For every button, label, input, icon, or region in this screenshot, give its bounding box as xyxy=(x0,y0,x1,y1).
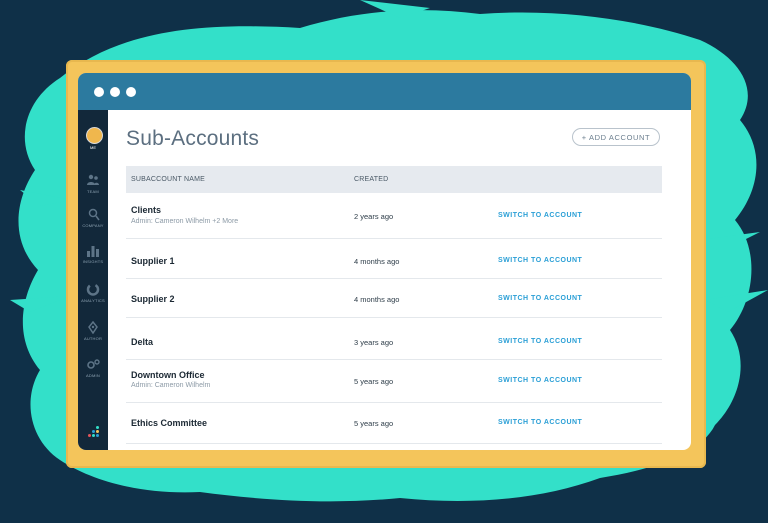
company-icon xyxy=(88,208,100,221)
switch-to-account-link[interactable]: SWITCH TO ACCOUNT xyxy=(498,295,582,302)
created-date: 5 years ago xyxy=(354,419,394,428)
admin-icon xyxy=(87,359,100,369)
window-dot[interactable] xyxy=(126,87,136,97)
sidebar-item-label: COMPANY xyxy=(82,223,104,228)
window-titlebar xyxy=(78,73,691,110)
app-window: ME TEAM COMPANY INSIGHTS ANALYTICS AUTHO… xyxy=(78,73,691,450)
sidebar: ME TEAM COMPANY INSIGHTS ANALYTICS AUTHO… xyxy=(78,110,108,450)
column-header-name[interactable]: SUBACCOUNT NAME xyxy=(131,176,205,183)
sidebar-item-admin[interactable]: ADMIN xyxy=(78,354,108,384)
table-row: Supplier 2 4 months ago SWITCH TO ACCOUN… xyxy=(126,279,662,318)
subaccount-name: Ethics Committee xyxy=(131,418,208,428)
sidebar-item-label: TEAM xyxy=(87,189,99,194)
table-row: Supplier 1 4 months ago SWITCH TO ACCOUN… xyxy=(126,239,662,279)
add-account-button[interactable]: + ADD ACCOUNT xyxy=(572,128,660,146)
created-date: 5 years ago xyxy=(354,377,394,386)
switch-to-account-link[interactable]: SWITCH TO ACCOUNT xyxy=(498,419,582,426)
sidebar-item-label: ANALYTICS xyxy=(81,298,105,303)
window-dot[interactable] xyxy=(94,87,104,97)
column-header-created[interactable]: CREATED xyxy=(354,176,388,183)
subaccount-admin: Admin: Cameron Wilhelm xyxy=(131,382,211,389)
page-title: Sub-Accounts xyxy=(126,127,260,150)
window-dot[interactable] xyxy=(110,87,120,97)
main-content: Sub-Accounts + ADD ACCOUNT SUBACCOUNT NA… xyxy=(108,110,691,450)
sidebar-item-author[interactable]: AUTHOR xyxy=(78,317,108,347)
table-row: Clients Admin: Cameron Wilhelm +2 More 2… xyxy=(126,194,662,239)
avatar[interactable] xyxy=(86,127,103,144)
analytics-icon xyxy=(86,283,100,296)
table-row: Downtown Office Admin: Cameron Wilhelm 5… xyxy=(126,360,662,403)
sidebar-item-label: INSIGHTS xyxy=(82,259,104,264)
subaccount-name: Supplier 1 xyxy=(131,256,175,266)
sidebar-item-team[interactable]: TEAM xyxy=(78,170,108,200)
sidebar-item-company[interactable]: COMPANY xyxy=(78,204,108,234)
sidebar-item-label: ME xyxy=(90,145,96,150)
created-date: 2 years ago xyxy=(354,212,394,221)
switch-to-account-link[interactable]: SWITCH TO ACCOUNT xyxy=(498,338,582,345)
subaccount-name: Clients xyxy=(131,205,162,215)
subaccount-admin: Admin: Cameron Wilhelm +2 More xyxy=(131,218,239,225)
sidebar-item-insights[interactable]: INSIGHTS xyxy=(78,240,108,270)
sidebar-item-label: ADMIN xyxy=(86,373,100,378)
subaccount-name: Delta xyxy=(131,337,154,347)
sidebar-item-label: AUTHOR xyxy=(83,336,103,341)
subaccount-name: Supplier 2 xyxy=(131,294,175,304)
brand-logo-icon xyxy=(88,426,100,438)
table-row: Delta 3 years ago SWITCH TO ACCOUNT xyxy=(126,318,662,360)
switch-to-account-link[interactable]: SWITCH TO ACCOUNT xyxy=(498,377,582,384)
switch-to-account-link[interactable]: SWITCH TO ACCOUNT xyxy=(498,257,582,264)
created-date: 3 years ago xyxy=(354,338,394,347)
table-row: Ethics Committee 5 years ago SWITCH TO A… xyxy=(126,403,662,444)
created-date: 4 months ago xyxy=(354,257,400,266)
switch-to-account-link[interactable]: SWITCH TO ACCOUNT xyxy=(498,212,582,219)
created-date: 4 months ago xyxy=(354,295,400,304)
sidebar-item-analytics[interactable]: ANALYTICS xyxy=(78,279,108,309)
table-header: SUBACCOUNT NAME CREATED xyxy=(126,166,662,193)
team-icon xyxy=(87,174,99,185)
subaccount-name: Downtown Office xyxy=(131,370,205,380)
insights-icon xyxy=(87,246,99,257)
author-icon xyxy=(88,321,98,334)
